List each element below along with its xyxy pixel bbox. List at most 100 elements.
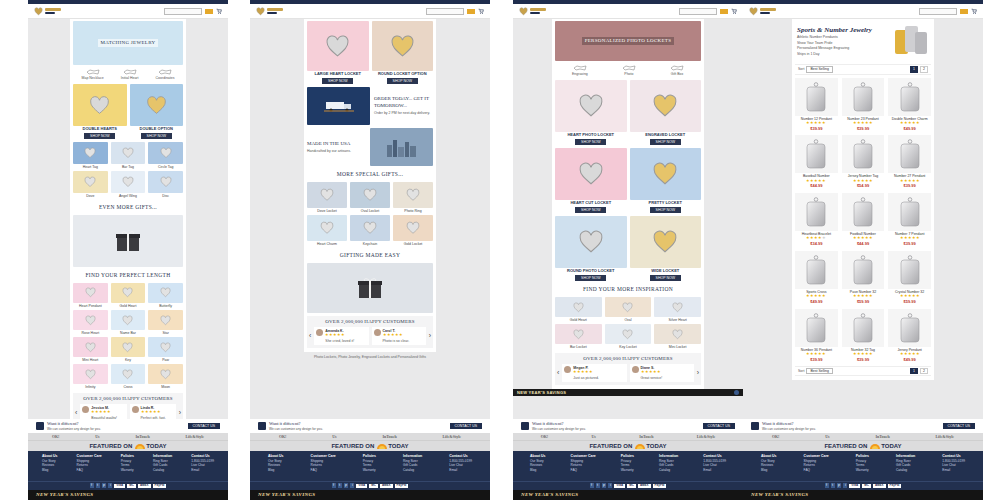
product-card[interactable]: Sports Cross★★★★★$49.99 bbox=[795, 251, 838, 305]
prev-arrow[interactable]: ‹ bbox=[309, 332, 311, 339]
contact-button[interactable]: CONTACT US bbox=[943, 423, 975, 429]
gift-tile[interactable]: Dove bbox=[73, 171, 108, 198]
product-card[interactable]: Number 32 Tag★★★★★$39.99 bbox=[842, 309, 885, 363]
footer-link[interactable]: Returns bbox=[804, 464, 829, 468]
footer-link[interactable]: Gift Cards bbox=[403, 464, 422, 468]
gift-tile[interactable]: Gold Locket bbox=[393, 215, 433, 246]
prev-arrow[interactable]: ‹ bbox=[75, 409, 77, 416]
product-card[interactable]: Heartbeat Bracelet★★★★★$34.99 bbox=[795, 193, 838, 247]
footer-link[interactable]: Terms bbox=[856, 464, 869, 468]
footer-link[interactable]: FAQ bbox=[77, 469, 102, 473]
page-button[interactable]: 2 bbox=[920, 66, 928, 73]
gift-tile[interactable]: Mini Locket bbox=[654, 324, 701, 349]
footer-link[interactable]: Returns bbox=[571, 464, 596, 468]
shop-now-button[interactable]: SHOP NOW bbox=[387, 78, 418, 84]
social-icon[interactable]: p bbox=[344, 483, 349, 488]
footer-link[interactable]: 1-800-555-0199 bbox=[191, 460, 214, 464]
shop-now-button[interactable]: SHOP NOW bbox=[141, 133, 172, 139]
footer-link[interactable]: Catalog bbox=[153, 469, 172, 473]
footer-link[interactable]: Terms bbox=[363, 464, 376, 468]
social-icon[interactable]: p bbox=[102, 483, 107, 488]
product-card[interactable]: Number 27 Pendant★★★★★$39.99 bbox=[888, 135, 931, 189]
social-icon[interactable]: f bbox=[90, 483, 94, 488]
footer-link[interactable]: Reviews bbox=[268, 464, 284, 468]
search-button[interactable] bbox=[720, 9, 728, 14]
product-card[interactable]: HEART PHOTO LOCKETSHOP NOW bbox=[555, 80, 627, 145]
footer-link[interactable]: Ring Sizer bbox=[659, 460, 678, 464]
gift-tile[interactable]: Paw bbox=[148, 337, 183, 362]
product-card[interactable]: WIDE LOCKETSHOP NOW bbox=[630, 216, 702, 281]
footer-link[interactable]: 1-800-555-0199 bbox=[703, 460, 726, 464]
footer-link[interactable]: Shipping bbox=[311, 460, 336, 464]
search-button[interactable] bbox=[467, 9, 475, 14]
search-button[interactable] bbox=[960, 9, 968, 14]
product-card[interactable]: Baseball Number★★★★★$44.99 bbox=[795, 135, 838, 189]
footer-link[interactable]: FAQ bbox=[571, 469, 596, 473]
footer-link[interactable]: Catalog bbox=[403, 469, 422, 473]
gift-tile[interactable]: Heart Pendant bbox=[73, 283, 108, 308]
product-card[interactable]: ROUND LOCKET OPTIONSHOP NOW bbox=[372, 21, 434, 84]
shop-now-button[interactable]: SHOP NOW bbox=[575, 139, 606, 145]
footer-link[interactable]: Returns bbox=[311, 464, 336, 468]
footer-link[interactable]: Live Chat bbox=[942, 464, 965, 468]
footer-link[interactable]: Live Chat bbox=[191, 464, 214, 468]
promo-banner[interactable]: NEW YEAR'S SAVINGS bbox=[250, 490, 490, 500]
footer-link[interactable]: Live Chat bbox=[703, 464, 726, 468]
footer-link[interactable]: Privacy bbox=[856, 460, 869, 464]
footer-link[interactable]: Warranty bbox=[121, 469, 134, 473]
footer-link[interactable]: Shipping bbox=[571, 460, 596, 464]
gift-tile[interactable]: Angel Wing bbox=[111, 171, 146, 198]
gift-tile[interactable]: Cross bbox=[111, 364, 146, 389]
footer-link[interactable]: Terms bbox=[121, 464, 134, 468]
product-card[interactable]: HEART CUT LOCKETSHOP NOW bbox=[555, 148, 627, 213]
next-arrow[interactable]: › bbox=[179, 409, 181, 416]
gift-tile[interactable]: Key Locket bbox=[605, 324, 652, 349]
site-logo[interactable] bbox=[749, 7, 776, 16]
footer-link[interactable]: Ring Sizer bbox=[153, 460, 172, 464]
footer-link[interactable]: Our Story bbox=[530, 460, 546, 464]
chat-icon[interactable] bbox=[734, 390, 739, 395]
promo-strip[interactable]: NEW YEAR'S SAVINGS bbox=[513, 389, 743, 396]
prev-arrow[interactable]: ‹ bbox=[557, 369, 559, 376]
footer-link[interactable]: Warranty bbox=[621, 469, 634, 473]
product-card[interactable]: Number 36 Pendant★★★★★$39.99 bbox=[795, 309, 838, 363]
gift-tile[interactable]: Photo Ring bbox=[393, 182, 433, 213]
social-icon[interactable]: t bbox=[338, 483, 342, 488]
footer-link[interactable]: Catalog bbox=[896, 469, 915, 473]
product-card[interactable]: Football Number★★★★★$44.99 bbox=[842, 193, 885, 247]
gift-tile[interactable]: Keychain bbox=[350, 215, 390, 246]
product-card[interactable]: LARGE HEART LOCKETSHOP NOW bbox=[307, 21, 369, 84]
product-card[interactable]: Number 7 Pendant★★★★★$39.99 bbox=[888, 193, 931, 247]
gift-tile[interactable]: Butterfly bbox=[148, 283, 183, 308]
gift-tile[interactable]: Mini Heart bbox=[73, 337, 108, 362]
footer-link[interactable]: Blog bbox=[268, 469, 284, 473]
footer-link[interactable]: Ring Sizer bbox=[896, 460, 915, 464]
gift-tile[interactable]: Name Bar bbox=[111, 310, 146, 335]
product-card[interactable]: Pave Number 32★★★★★$59.99 bbox=[842, 251, 885, 305]
footer-link[interactable]: 1-800-555-0199 bbox=[942, 460, 965, 464]
footer-link[interactable]: Blog bbox=[530, 469, 546, 473]
social-icon[interactable]: p bbox=[602, 483, 607, 488]
gift-tile[interactable]: Heart Charm bbox=[307, 215, 347, 246]
footer-link[interactable]: Shipping bbox=[77, 460, 102, 464]
gift-tile[interactable]: Oval Locket bbox=[350, 182, 390, 213]
footer-link[interactable]: Catalog bbox=[659, 469, 678, 473]
footer-link[interactable]: Shipping bbox=[804, 460, 829, 464]
product-card[interactable]: DOUBLE OPTIONSHOP NOW bbox=[130, 84, 184, 139]
footer-link[interactable]: 1-800-555-0199 bbox=[449, 460, 472, 464]
gift-tile[interactable]: Gold Heart bbox=[111, 283, 146, 308]
footer-link[interactable]: Email bbox=[703, 469, 726, 473]
footer-link[interactable]: Privacy bbox=[363, 460, 376, 464]
shop-now-button[interactable]: SHOP NOW bbox=[84, 133, 115, 139]
product-card[interactable]: Number 23 Pendant★★★★★$39.99 bbox=[842, 78, 885, 132]
social-icon[interactable]: f bbox=[825, 483, 829, 488]
footer-link[interactable]: Reviews bbox=[761, 464, 777, 468]
sort-select[interactable]: Best Selling bbox=[806, 368, 832, 375]
gift-tile[interactable]: Dove Locket bbox=[307, 182, 347, 213]
gift-tile[interactable]: Key bbox=[111, 337, 146, 362]
social-icon[interactable]: i bbox=[350, 483, 354, 488]
product-card[interactable]: ROUND PHOTO LOCKETSHOP NOW bbox=[555, 216, 627, 281]
page-button[interactable]: 2 bbox=[920, 368, 928, 375]
footer-link[interactable]: Live Chat bbox=[449, 464, 472, 468]
footer-link[interactable]: Our Story bbox=[268, 460, 284, 464]
